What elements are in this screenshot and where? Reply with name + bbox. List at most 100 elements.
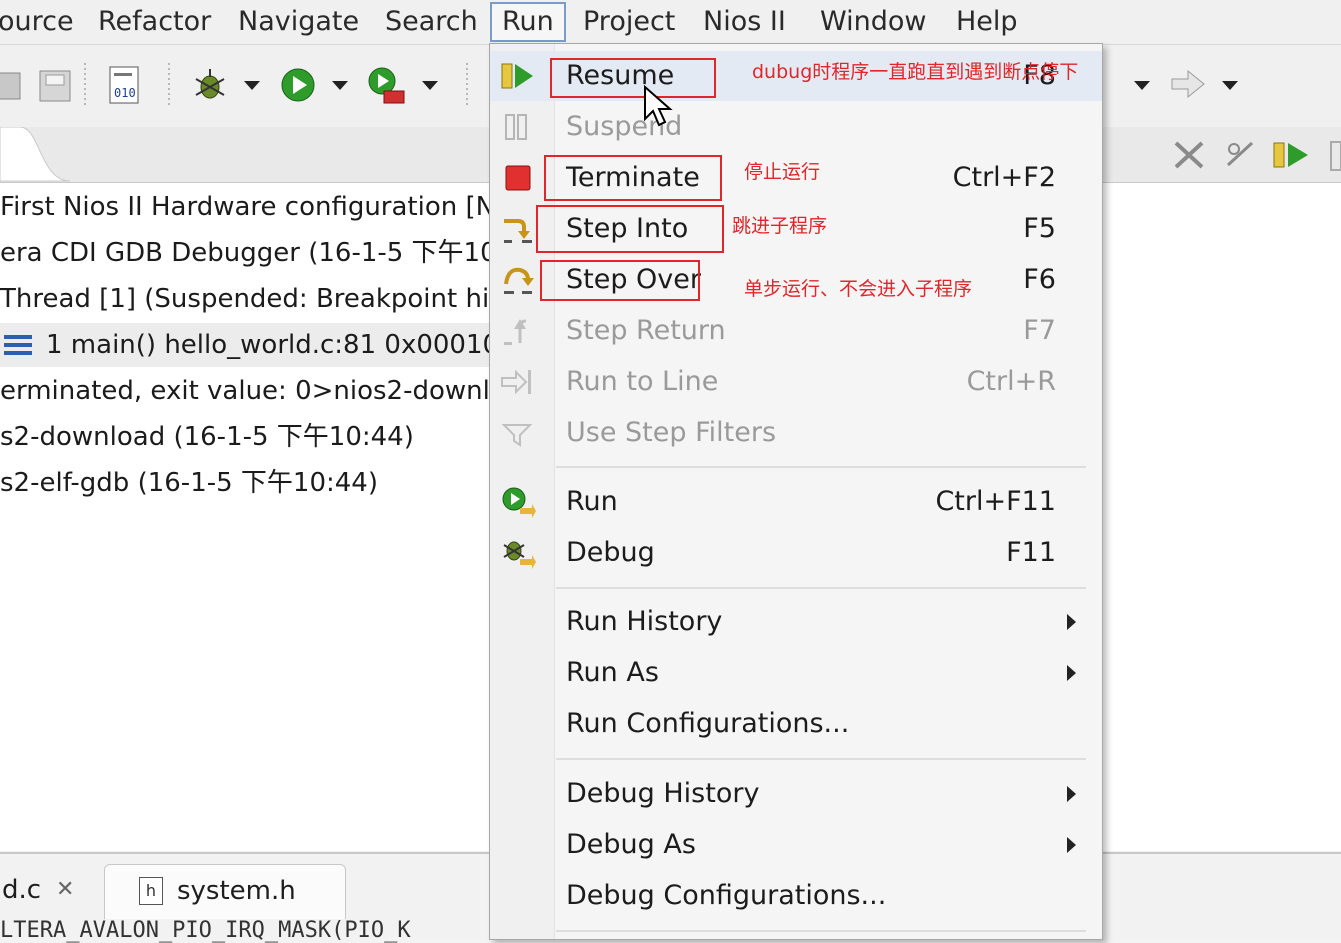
disconnect-icon[interactable] [1170, 137, 1208, 173]
tree-row-download[interactable]: s2-download (16-1-5 下午10:44) [0, 415, 414, 459]
menu-navigate[interactable]: Navigate [238, 4, 359, 40]
menu-item-label: Run to Line [566, 366, 719, 397]
run-icon[interactable] [280, 67, 316, 103]
menu-item-run-as[interactable]: Run As [490, 648, 1102, 698]
external-tools-dropdown-icon[interactable] [422, 81, 438, 90]
close-icon[interactable]: ✕ [56, 864, 74, 916]
stack-frame-label: 1 main() hello_world.c:81 0x000102 [46, 330, 516, 360]
menu-source[interactable]: ource [0, 4, 74, 40]
remove-launches-icon[interactable] [1222, 137, 1260, 173]
menu-bar: ource Refactor Navigate Search Run Proje… [0, 0, 1341, 45]
code-preview-line: LTERA_AVALON_PIO_IRQ_MASK(PIO_K [0, 918, 411, 943]
editor-tab-system-h[interactable]: h system.h [104, 864, 346, 919]
view-tab-shape[interactable] [0, 127, 80, 182]
menu-item-label: Use Step Filters [566, 417, 777, 448]
debug-icon [503, 541, 536, 569]
menu-item-run-configurations[interactable]: Run Configurations... [490, 699, 1102, 749]
step-into-icon [504, 219, 532, 243]
menu-item-label: Run As [566, 657, 659, 688]
external-tools-icon[interactable] [366, 65, 408, 107]
suspend-toolbar-icon[interactable] [1330, 141, 1341, 171]
toolbar-dropdown-icon[interactable] [1134, 81, 1150, 90]
menu-window[interactable]: Window [820, 4, 926, 40]
toolbar-separator [466, 63, 468, 107]
menu-item-use-step-filters[interactable]: Use Step Filters [490, 408, 1102, 458]
debug-bug-icon[interactable] [190, 65, 230, 105]
menu-item-accelerator: F11 [1006, 537, 1056, 568]
menu-search[interactable]: Search [385, 4, 478, 40]
annotation-terminate: 停止运行 [744, 161, 821, 183]
menu-item-label: Debug As [566, 829, 696, 860]
menu-item-accelerator: Ctrl+F11 [935, 486, 1056, 517]
debug-dropdown-icon[interactable] [244, 81, 260, 90]
mouse-cursor-icon [644, 85, 673, 127]
menu-item-accelerator: Ctrl+R [966, 366, 1056, 397]
submenu-arrow-icon [1067, 614, 1076, 630]
menu-item-label: Run Configurations... [566, 708, 850, 739]
menu-refactor[interactable]: Refactor [98, 4, 211, 40]
submenu-arrow-icon [1067, 837, 1076, 853]
annotation-resume: dubug时程序一直跑直到遇到断点停下 [752, 61, 1079, 83]
menu-item-debug[interactable]: Debug F11 [490, 528, 1102, 578]
forward-arrow-icon[interactable] [1170, 69, 1206, 99]
binary-file-icon[interactable]: 010 [106, 63, 142, 109]
menu-item-accelerator: F6 [1023, 264, 1056, 295]
tree-row-stack-frame[interactable]: 1 main() hello_world.c:81 0x000102 [0, 323, 516, 367]
tree-row-thread[interactable]: Thread [1] (Suspended: Breakpoint hi [0, 277, 489, 321]
tree-row-terminated[interactable]: erminated, exit value: 0>nios2-downlo [0, 369, 506, 413]
menu-item-label: Debug History [566, 778, 760, 809]
annotation-step-over: 单步运行、不会进入子程序 [744, 278, 973, 300]
forward-dropdown-icon[interactable] [1222, 81, 1238, 90]
run-dropdown-icon[interactable] [332, 81, 348, 90]
menu-item-accelerator: Ctrl+F2 [952, 162, 1056, 193]
menu-separator [556, 758, 1086, 760]
menu-separator [556, 466, 1086, 468]
step-filters-icon [501, 424, 533, 447]
annotation-box-step-into [536, 205, 724, 253]
annotation-box-terminate [544, 155, 722, 201]
toolbar-separator [168, 63, 170, 107]
menu-item-label: Debug [566, 537, 655, 568]
tree-row-debugger[interactable]: era CDI GDB Debugger (16-1-5 下午10 [0, 231, 497, 275]
editor-tab-system-h-label: system.h [177, 876, 296, 906]
menu-project[interactable]: Project [583, 4, 675, 40]
menu-help[interactable]: Help [956, 4, 1018, 40]
menu-item-accelerator: F7 [1023, 315, 1056, 346]
resume-toolbar-icon[interactable] [1272, 139, 1312, 171]
header-file-icon: h [139, 877, 163, 905]
menu-item-label: Debug Configurations... [566, 880, 887, 911]
annotation-step-into: 跳进子程序 [732, 215, 828, 237]
menu-item-debug-configurations[interactable]: Debug Configurations... [490, 871, 1102, 921]
print-icon[interactable] [0, 65, 26, 107]
menu-run[interactable]: Run [490, 2, 566, 42]
menu-item-run[interactable]: Run Ctrl+F11 [490, 477, 1102, 527]
menu-item-debug-as[interactable]: Debug As [490, 820, 1102, 870]
resume-icon [501, 63, 533, 89]
menu-item-suspend[interactable]: Suspend [490, 102, 1102, 152]
menu-item-run-history[interactable]: Run History [490, 597, 1102, 647]
menu-separator [556, 930, 1086, 932]
menu-item-label: Step Return [566, 315, 726, 346]
save-all-icon[interactable] [36, 65, 74, 107]
stack-frame-icon [4, 335, 32, 355]
annotation-box-resume [550, 58, 716, 98]
tree-row-gdb[interactable]: s2-elf-gdb (16-1-5 下午10:44) [0, 461, 378, 505]
editor-tab-source[interactable]: d.c ✕ [2, 864, 102, 916]
menu-item-debug-history[interactable]: Debug History [490, 769, 1102, 819]
run-to-line-icon [501, 369, 531, 395]
menu-item-label: Run History [566, 606, 723, 637]
annotation-box-step-over [540, 260, 700, 301]
menu-item-accelerator: F5 [1023, 213, 1056, 244]
menu-nios-ii[interactable]: Nios II [703, 4, 786, 40]
terminate-icon [505, 165, 531, 191]
suspend-icon [505, 114, 527, 140]
step-return-icon [504, 319, 527, 345]
toolbar-separator [84, 63, 86, 107]
tree-row-launch[interactable]: First Nios II Hardware configuration [N [0, 185, 495, 229]
menu-item-label: Run [566, 486, 618, 517]
menu-item-run-to-line[interactable]: Run to Line Ctrl+R [490, 357, 1102, 407]
run-icon [502, 487, 536, 518]
menu-item-step-return[interactable]: Step Return F7 [490, 306, 1102, 356]
menu-separator [556, 587, 1086, 589]
submenu-arrow-icon [1067, 786, 1076, 802]
